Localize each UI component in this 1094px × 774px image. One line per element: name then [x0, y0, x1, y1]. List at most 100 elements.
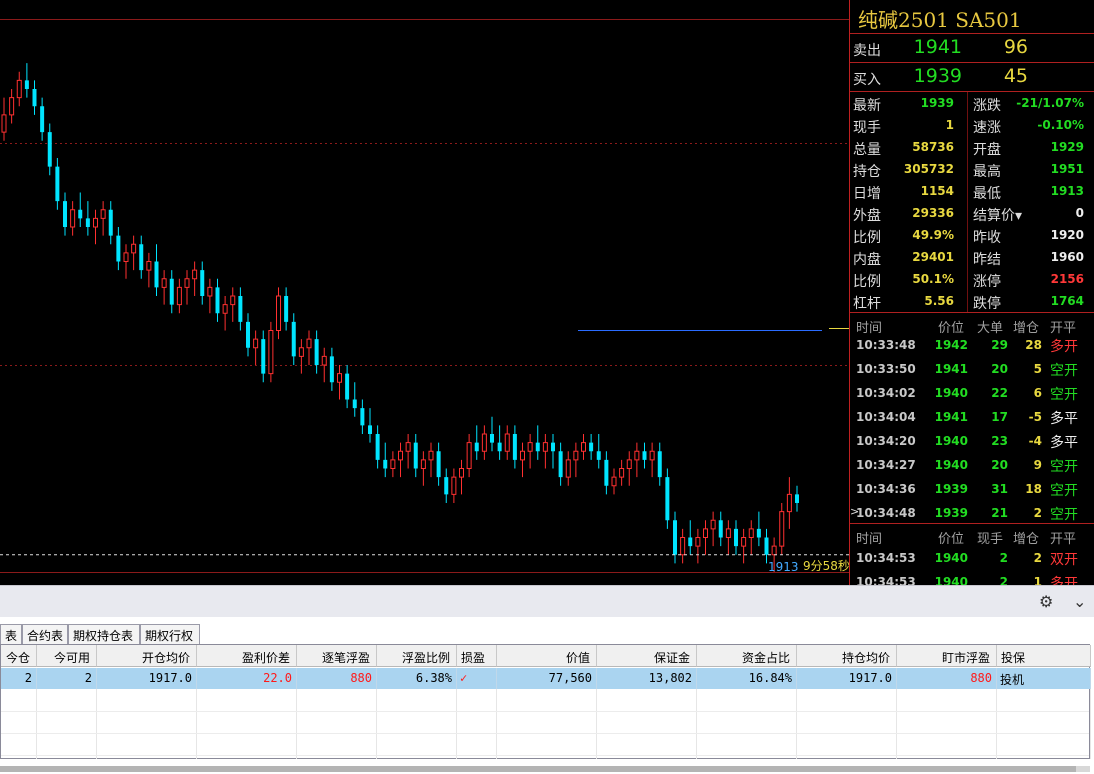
- table-cell: 6.38%: [377, 668, 457, 689]
- stat-value: 1154: [920, 184, 954, 198]
- candle-body: [718, 520, 723, 538]
- stat-label: 现手: [853, 120, 881, 136]
- candle-body: [451, 476, 457, 495]
- candle-body: [321, 355, 327, 366]
- stat-label: 内盘: [853, 252, 881, 268]
- tab-partial[interactable]: 表: [0, 624, 22, 644]
- table-cell: 13,802: [597, 668, 697, 689]
- tick-price: 1942: [934, 338, 968, 352]
- table-cell: 16.84%: [697, 668, 797, 689]
- tick-big: 17: [991, 410, 1008, 424]
- tick-row[interactable]: 10:34:20 1940 23 -4 多平: [850, 429, 1094, 453]
- column-header[interactable]: 资金占比: [697, 645, 797, 667]
- candle-body: [131, 243, 137, 254]
- gear-icon[interactable]: ⚙: [1039, 592, 1053, 611]
- column-header[interactable]: 盯市浮盈: [897, 645, 997, 667]
- candle-body: [345, 373, 350, 400]
- tick-add: 2: [1033, 551, 1042, 565]
- grid-line: [496, 689, 497, 759]
- grid-line: [1, 755, 1089, 756]
- column-header[interactable]: 浮盈比例: [377, 645, 457, 667]
- table-cell: 880: [297, 668, 377, 689]
- stat-label: 跌停: [973, 296, 1001, 312]
- tick-row[interactable]: 10:34:53 1940 2 2 双开: [850, 546, 1094, 570]
- grid-line: [796, 689, 797, 759]
- candle-body: [764, 537, 769, 555]
- column-header[interactable]: 今可用: [37, 645, 97, 667]
- column-header[interactable]: 投保: [997, 645, 1091, 667]
- candle-body: [184, 278, 190, 288]
- tick-row[interactable]: 10:34:02 1940 22 6 空开: [850, 381, 1094, 405]
- tick-time: 10:34:04: [856, 410, 916, 424]
- tick-row[interactable]: 10:33:48 1942 29 28 多开: [850, 333, 1094, 357]
- tick-row[interactable]: 10:34:27 1940 20 9 空开: [850, 453, 1094, 477]
- candle-body: [703, 528, 708, 538]
- tick-price: 1941: [934, 410, 968, 424]
- panel-toolbar: ⚙ ⌄: [0, 585, 1094, 617]
- bid-row[interactable]: 买入 1939 45: [850, 63, 1094, 92]
- stat-label: 开盘: [973, 142, 1001, 158]
- candle-body: [276, 295, 281, 331]
- candle-body: [428, 450, 434, 461]
- stat-value: 1960: [1050, 250, 1084, 264]
- column-header[interactable]: 今仓: [1, 645, 37, 667]
- candle-body: [512, 434, 517, 460]
- tab-contracts[interactable]: 合约表: [22, 624, 68, 644]
- candle-body: [542, 442, 548, 452]
- column-header[interactable]: 价值: [497, 645, 597, 667]
- stat-value: 50.1%: [912, 272, 954, 286]
- candle-body: [306, 338, 312, 349]
- scrollbar-thumb[interactable]: [0, 766, 1076, 772]
- grid-line: [196, 689, 197, 759]
- candle-body: [589, 442, 594, 452]
- ask-row[interactable]: 卖出 1941 96: [850, 34, 1094, 63]
- column-header[interactable]: 持仓均价: [797, 645, 897, 667]
- ticks2-header: 时间 价位 现手 增仓 开平: [850, 524, 1094, 547]
- column-header[interactable]: 逐笔浮盈: [297, 645, 377, 667]
- column-header[interactable]: 开仓均价: [97, 645, 197, 667]
- candle-body: [108, 209, 113, 236]
- stat-row: 现手 1 速涨 -0.10%: [850, 114, 1094, 136]
- stat-label: 比例: [853, 274, 881, 290]
- tick-row[interactable]: 10:34:36 1939 31 18 空开: [850, 477, 1094, 501]
- tick-row[interactable]: >10:34:48 1939 21 2 空开: [850, 501, 1094, 525]
- column-header[interactable]: 损盈: [457, 645, 497, 667]
- column-header[interactable]: 盈利价差: [197, 645, 297, 667]
- grid-line: [896, 689, 897, 759]
- candle-body: [207, 286, 213, 297]
- candle-body: [1, 114, 7, 133]
- chevron-down-icon[interactable]: ⌄: [1073, 592, 1086, 611]
- tick-time: 10:34:36: [856, 482, 916, 496]
- candle-body: [176, 286, 182, 306]
- stat-label: 最新: [853, 98, 881, 114]
- tab-option-positions[interactable]: 期权持仓表: [68, 624, 140, 644]
- candle-body: [383, 459, 388, 469]
- tick-price: 1940: [934, 551, 968, 565]
- candle-body: [352, 399, 357, 409]
- tick-row[interactable]: 10:34:53 1940 2 1 多开: [850, 570, 1094, 585]
- stat-label: 涨跌: [973, 98, 1001, 114]
- bid-price: 1939: [913, 65, 962, 87]
- horizontal-scrollbar[interactable]: [0, 766, 1090, 772]
- table-cell: 1917.0: [97, 668, 197, 689]
- stat-label: 速涨: [973, 120, 1001, 136]
- candle-body: [40, 106, 45, 133]
- candle-body: [93, 217, 98, 228]
- grid-line: [1090, 689, 1091, 759]
- stat-row: 内盘 29401 昨结 1960: [850, 246, 1094, 268]
- candle-body: [786, 493, 792, 513]
- tick-time: 10:34:02: [856, 386, 916, 400]
- tab-option-exercise[interactable]: 期权行权: [140, 624, 200, 644]
- candle-body: [634, 450, 640, 461]
- tick-row[interactable]: 10:33:50 1941 20 5 空开: [850, 357, 1094, 381]
- candle-body: [504, 433, 510, 452]
- tick-row[interactable]: 10:34:04 1941 17 -5 多平: [850, 405, 1094, 429]
- tick-big: 23: [991, 434, 1008, 448]
- divider: [967, 290, 968, 312]
- candle-body: [680, 537, 686, 556]
- candle-body: [725, 528, 731, 538]
- column-header[interactable]: 保证金: [597, 645, 697, 667]
- candle-body: [215, 287, 220, 314]
- tick-big: 21: [991, 506, 1008, 520]
- kline-chart[interactable]: 1913 9分58秒: [0, 0, 849, 585]
